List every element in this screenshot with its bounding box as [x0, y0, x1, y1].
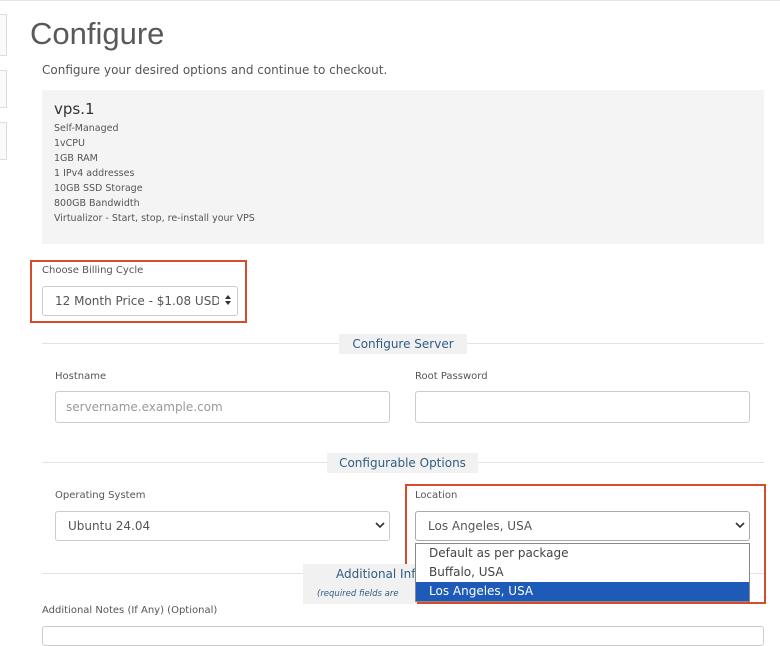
location-option-selected[interactable]: Los Angeles, USA [416, 582, 749, 601]
additional-notes-textarea[interactable] [42, 626, 764, 646]
product-feature: Self-Managed [54, 123, 119, 134]
location-label: Location [415, 490, 458, 501]
updown-arrow-icon [219, 294, 237, 309]
additional-info-subheading: (required fields are [317, 589, 399, 599]
billing-cycle-value: 12 Month Price - $1.08 USD [55, 294, 219, 308]
os-value: Ubuntu 24.04 [68, 519, 151, 533]
product-feature: 800GB Bandwidth [54, 198, 140, 209]
page-subtitle: Configure your desired options and conti… [42, 63, 388, 77]
sidebar-tab[interactable] [0, 122, 7, 160]
os-label: Operating System [55, 490, 146, 501]
product-feature: 10GB SSD Storage [54, 183, 143, 194]
billing-cycle-label: Choose Billing Cycle [42, 265, 144, 276]
product-feature: Virtualizor - Start, stop, re-install yo… [54, 213, 255, 224]
product-name: vps.1 [54, 100, 95, 118]
root-password-input[interactable] [415, 391, 750, 423]
sidebar-tab[interactable] [0, 70, 7, 108]
product-feature: 1vCPU [54, 138, 85, 149]
root-password-label: Root Password [415, 371, 488, 382]
sidebar-tab[interactable] [0, 14, 7, 56]
chevron-down-icon [731, 521, 749, 532]
product-features: Self-Managed 1vCPU 1GB RAM 1 IPv4 addres… [54, 121, 255, 226]
location-dropdown-list[interactable]: Default as per package Buffalo, USA Los … [415, 543, 750, 602]
location-option[interactable]: Default as per package [416, 544, 749, 563]
billing-cycle-select[interactable]: 12 Month Price - $1.08 USD [42, 286, 238, 316]
page-title: Configure [30, 16, 165, 51]
location-option[interactable]: Buffalo, USA [416, 563, 749, 582]
product-feature: 1GB RAM [54, 153, 98, 164]
product-summary: vps.1 Self-Managed 1vCPU 1GB RAM 1 IPv4 … [42, 90, 764, 244]
hostname-input[interactable] [55, 391, 390, 423]
location-select[interactable]: Los Angeles, USA [415, 511, 750, 541]
configurable-options-heading: Configurable Options [327, 453, 478, 473]
additional-info-heading: Additional Inf [336, 567, 416, 581]
hostname-label: Hostname [55, 371, 107, 382]
location-value: Los Angeles, USA [428, 519, 533, 533]
top-border [0, 0, 780, 1]
product-feature: 1 IPv4 addresses [54, 168, 135, 179]
configure-server-heading: Configure Server [339, 334, 467, 354]
chevron-down-icon [371, 521, 389, 532]
additional-notes-label: Additional Notes (If Any) (Optional) [42, 605, 218, 616]
os-select[interactable]: Ubuntu 24.04 [55, 511, 390, 541]
